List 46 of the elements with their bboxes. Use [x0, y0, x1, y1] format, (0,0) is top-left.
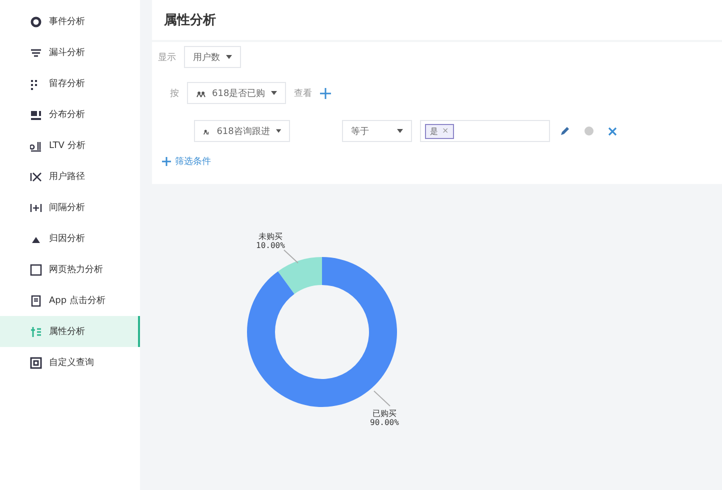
sidebar-item[interactable]: 用户路径	[0, 161, 140, 192]
sidebar-item[interactable]: 漏斗分析	[0, 37, 140, 68]
plus-icon[interactable]	[320, 88, 332, 98]
sidebar-item[interactable]: 事件分析	[0, 6, 140, 37]
group-by-dropdown[interactable]: 618是否已购	[187, 82, 286, 104]
value-tag[interactable]: 是 ×	[425, 124, 454, 138]
menu-icon	[30, 170, 42, 182]
add-filter-link[interactable]: 筛选条件	[162, 154, 211, 168]
menu-icon	[30, 326, 42, 338]
plus-icon	[162, 156, 171, 166]
pencil-icon[interactable]	[560, 126, 570, 136]
sidebar-item[interactable]: 间隔分析	[0, 192, 140, 223]
sidebar-item[interactable]: 自定义查询	[0, 347, 140, 378]
menu-icon	[30, 140, 42, 152]
menu-icon	[30, 294, 42, 306]
caret-icon	[397, 129, 403, 133]
caret-icon	[226, 55, 232, 59]
menu-icon	[30, 264, 42, 276]
sidebar-item[interactable]: LTV 分析	[0, 130, 140, 161]
close-icon[interactable]	[608, 126, 617, 136]
menu-icon	[30, 202, 42, 214]
menu-icon	[30, 356, 42, 368]
leader-line	[374, 390, 390, 406]
sidebar-item[interactable]: 留存分析	[0, 68, 140, 99]
group-by-label: 按	[170, 88, 179, 100]
page-title: 属性分析	[164, 12, 216, 29]
sidebar-item[interactable]: App 点击分析	[0, 285, 140, 316]
menu-icon	[30, 108, 42, 120]
sidebar-item[interactable]: 分布分析	[0, 99, 140, 130]
data-label: 已购买 90.00%	[370, 409, 399, 428]
menu-icon	[30, 16, 42, 28]
caret-icon	[271, 91, 278, 95]
metric-dropdown[interactable]: 用户数	[184, 46, 241, 68]
sidebar-item[interactable]: 属性分析	[0, 316, 140, 347]
data-label: 未购买 10.00%	[256, 232, 285, 250]
operator-dropdown[interactable]: 等于	[342, 120, 412, 142]
property-dropdown[interactable]: 618咨询跟进	[194, 120, 290, 142]
menu-icon	[30, 46, 42, 58]
sidebar-item[interactable]: 归因分析	[0, 223, 140, 254]
people-icon	[196, 88, 206, 98]
view-label: 查看	[294, 88, 312, 100]
display-label: 显示	[158, 52, 176, 64]
value-field[interactable]: 是 ×	[420, 120, 550, 142]
sidebar-item[interactable]: 网页热力分析	[0, 254, 140, 285]
leader-line	[284, 250, 298, 264]
caret-icon	[276, 129, 281, 133]
